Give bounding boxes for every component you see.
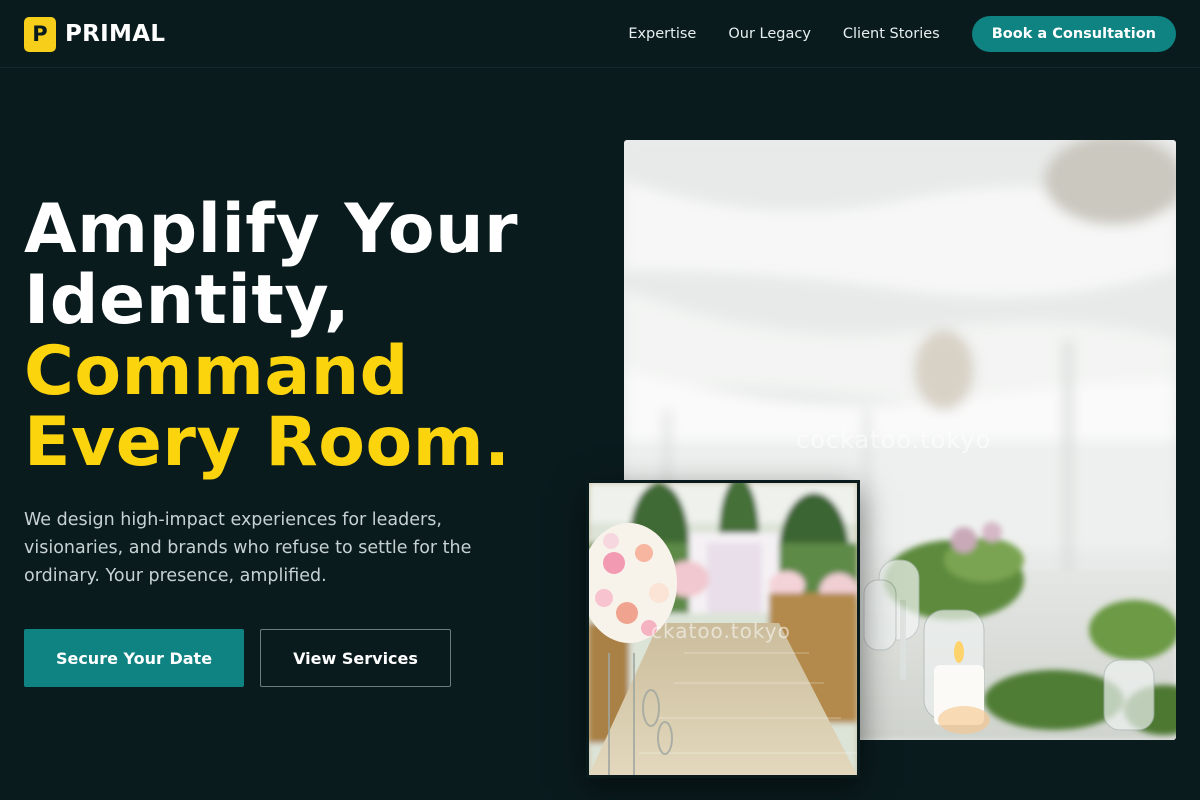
main-photo-watermark: cockatoo.tokyo [796, 426, 992, 454]
headline-accent-line-2: Every Room. [24, 403, 511, 482]
headline-accent-line-1: Command [24, 332, 409, 411]
brand-name: PRIMAL [65, 21, 166, 47]
headline-line-1: Amplify Your [24, 190, 519, 269]
ceremony-aisle-photo: ckatoo.tokyo [586, 480, 860, 778]
brand-logo[interactable]: P PRIMAL [24, 16, 165, 52]
inset-photo-watermark: ckatoo.tokyo [651, 619, 791, 643]
secure-your-date-button[interactable]: Secure Your Date [24, 629, 244, 687]
nav-link-our-legacy[interactable]: Our Legacy [728, 26, 811, 42]
hero-headline: Amplify Your Identity, Command Every Roo… [24, 194, 584, 478]
top-navigation: P PRIMAL Expertise Our Legacy Client Sto… [0, 0, 1200, 68]
nav-link-expertise[interactable]: Expertise [628, 26, 696, 42]
nav-link-client-stories[interactable]: Client Stories [843, 26, 940, 42]
headline-line-2: Identity, [24, 261, 351, 340]
nav-links: Expertise Our Legacy Client Stories Book… [628, 16, 1176, 52]
logo-mark-icon: P [24, 16, 56, 52]
view-services-button[interactable]: View Services [260, 629, 451, 687]
book-consultation-button[interactable]: Book a Consultation [971, 16, 1176, 52]
hero-subtext: We design high-impact experiences for le… [24, 510, 472, 586]
